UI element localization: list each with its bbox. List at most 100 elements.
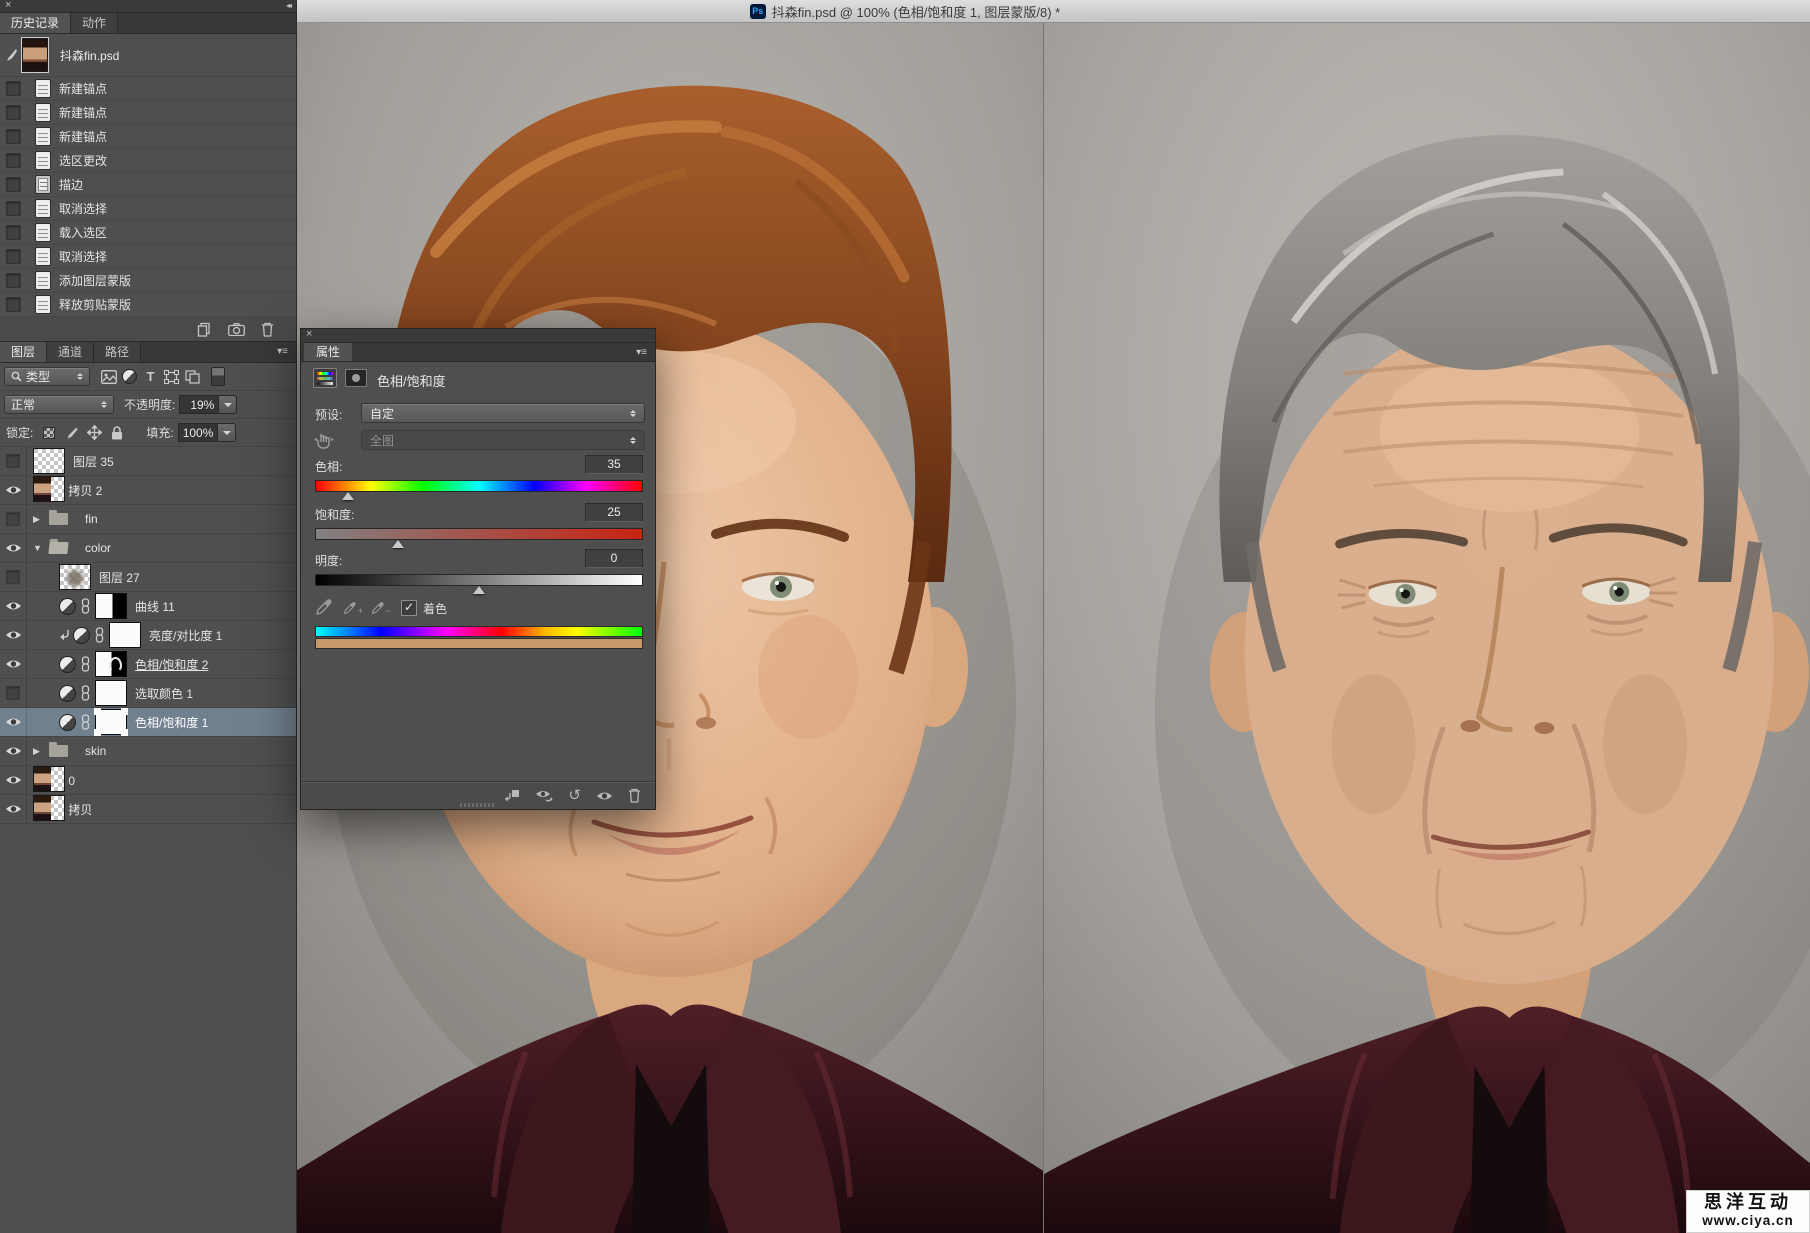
adjustment-layer-icon[interactable] — [59, 598, 76, 615]
opacity-combo[interactable]: 19% — [179, 395, 237, 414]
history-state-row[interactable]: 新建锚点 — [0, 101, 296, 125]
eyedropper-minus-icon[interactable]: − — [371, 598, 391, 616]
lock-transparency-icon[interactable] — [43, 427, 55, 439]
filter-adjustment-layers-icon[interactable] — [119, 368, 140, 386]
layer-row[interactable]: 色相/饱和度 1 — [0, 708, 296, 737]
saturation-value-field[interactable]: 25 — [585, 503, 643, 522]
filter-pixel-layers-icon[interactable] — [98, 368, 119, 386]
lightness-slider-thumb[interactable] — [473, 580, 485, 594]
fill-value[interactable]: 100% — [178, 423, 218, 442]
layer-mask-thumbnail[interactable] — [109, 622, 141, 648]
visibility-eye-icon[interactable] — [0, 534, 27, 562]
close-icon[interactable]: × — [5, 0, 11, 12]
collapse-dock-icon[interactable]: ◂◂ — [286, 1, 290, 10]
mask-link-icon[interactable] — [81, 656, 90, 672]
layer-thumbnail[interactable] — [33, 795, 65, 821]
visibility-eye-icon[interactable] — [596, 790, 613, 802]
collapse-group-icon[interactable]: ▼ — [33, 543, 47, 553]
mask-link-icon[interactable] — [95, 627, 104, 643]
hue-value-field[interactable]: 35 — [585, 455, 643, 474]
lock-all-icon[interactable] — [111, 426, 123, 440]
panel-resize-grip[interactable] — [460, 803, 496, 807]
mask-link-icon[interactable] — [81, 685, 90, 701]
trash-icon[interactable] — [628, 788, 641, 803]
panel-menu-icon[interactable]: ▾≡ — [636, 347, 647, 358]
history-state-row[interactable]: 载入选区 — [0, 221, 296, 245]
reset-icon[interactable]: ↺ — [568, 788, 581, 803]
tab-paths[interactable]: 路径 — [94, 342, 141, 362]
history-source-well[interactable] — [6, 249, 21, 264]
history-source-well[interactable] — [6, 297, 21, 312]
filter-type-dropdown[interactable]: 类型 — [4, 367, 90, 386]
saturation-slider[interactable] — [315, 528, 643, 540]
history-state-row[interactable]: 添加图层蒙版 — [0, 269, 296, 293]
history-state-row[interactable]: 新建锚点 — [0, 77, 296, 101]
mask-link-icon[interactable] — [81, 714, 90, 730]
history-source-well[interactable] — [6, 81, 21, 96]
history-source-well[interactable] — [6, 129, 21, 144]
lightness-value-field[interactable]: 0 — [585, 549, 643, 568]
layer-row[interactable]: 曲线 11 — [0, 592, 296, 621]
history-source-well[interactable] — [6, 225, 21, 240]
layer-mask-badge-icon[interactable] — [345, 369, 367, 387]
visibility-empty-well[interactable] — [0, 447, 27, 475]
history-state-row[interactable]: 描边 — [0, 173, 296, 197]
history-state-row[interactable]: 释放剪贴蒙版 — [0, 293, 296, 317]
history-state-row[interactable]: 选区更改 — [0, 149, 296, 173]
expand-group-icon[interactable]: ▶ — [33, 746, 47, 757]
hue-slider[interactable] — [315, 480, 643, 492]
layer-thumbnail[interactable] — [33, 476, 65, 502]
layer-row[interactable]: 图层 35 — [0, 447, 296, 476]
layer-row[interactable]: ▼color — [0, 534, 296, 563]
lock-move-icon[interactable] — [87, 425, 102, 440]
colorize-checkbox[interactable]: ✓ — [401, 600, 417, 616]
layer-row[interactable]: ▶fin — [0, 505, 296, 534]
layer-row[interactable]: 亮度/对比度 1 — [0, 621, 296, 650]
history-source-well[interactable] — [6, 153, 21, 168]
panel-menu-icon[interactable]: ▾≡ — [277, 346, 288, 357]
layer-row[interactable]: 背景 拷贝 — [0, 795, 296, 824]
history-brush-source-icon[interactable] — [0, 34, 22, 76]
saturation-slider-thumb[interactable] — [392, 534, 404, 548]
filter-toggle-switch[interactable] — [211, 367, 225, 386]
eyedropper-icon[interactable] — [315, 598, 335, 616]
preset-dropdown[interactable]: 自定 — [361, 403, 645, 423]
lock-paint-brush-icon[interactable] — [64, 426, 78, 440]
eyedropper-plus-icon[interactable]: + — [343, 598, 363, 616]
layer-row[interactable]: 图层 0 — [0, 766, 296, 795]
layer-mask-thumbnail[interactable] — [95, 593, 127, 619]
layer-row[interactable]: 背景 拷贝 2 — [0, 476, 296, 505]
filter-smart-object-layers-icon[interactable] — [182, 368, 203, 386]
history-state-row[interactable]: 取消选择 — [0, 245, 296, 269]
visibility-eye-icon[interactable] — [0, 737, 27, 765]
visibility-eye-icon[interactable] — [0, 708, 27, 736]
layer-row[interactable]: 图层 27 — [0, 563, 296, 592]
opacity-value[interactable]: 19% — [179, 395, 218, 414]
layer-mask-thumbnail[interactable] — [95, 709, 127, 735]
targeted-adjustment-hand-icon[interactable] — [311, 430, 337, 450]
expand-group-icon[interactable]: ▶ — [33, 514, 47, 525]
clip-to-layer-icon[interactable] — [504, 789, 520, 803]
history-state-row[interactable]: 取消选择 — [0, 197, 296, 221]
adjustment-layer-icon[interactable] — [59, 656, 76, 673]
history-state-row[interactable]: 新建锚点 — [0, 125, 296, 149]
lightness-slider[interactable] — [315, 574, 643, 586]
visibility-eye-icon[interactable] — [0, 650, 27, 678]
view-previous-state-eye-icon[interactable] — [535, 789, 553, 803]
tab-actions[interactable]: 动作 — [71, 13, 118, 33]
adjustment-layer-icon[interactable] — [59, 714, 76, 731]
layer-row[interactable]: 选取颜色 1 — [0, 679, 296, 708]
tab-layers[interactable]: 图层 — [0, 342, 47, 362]
adjustment-layer-icon[interactable] — [59, 685, 76, 702]
filter-type-layers-icon[interactable]: T — [140, 368, 161, 386]
close-icon[interactable]: × — [306, 328, 312, 341]
layer-row[interactable]: ▶skin — [0, 737, 296, 766]
visibility-eye-icon[interactable] — [0, 621, 27, 649]
layer-thumbnail[interactable] — [33, 766, 65, 792]
layer-thumbnail[interactable] — [33, 448, 65, 474]
new-document-from-state-icon[interactable] — [197, 322, 212, 337]
chevron-down-icon[interactable] — [217, 423, 236, 442]
filter-shape-layers-icon[interactable] — [161, 368, 182, 386]
visibility-empty-well[interactable] — [0, 563, 27, 591]
history-source-well[interactable] — [6, 201, 21, 216]
